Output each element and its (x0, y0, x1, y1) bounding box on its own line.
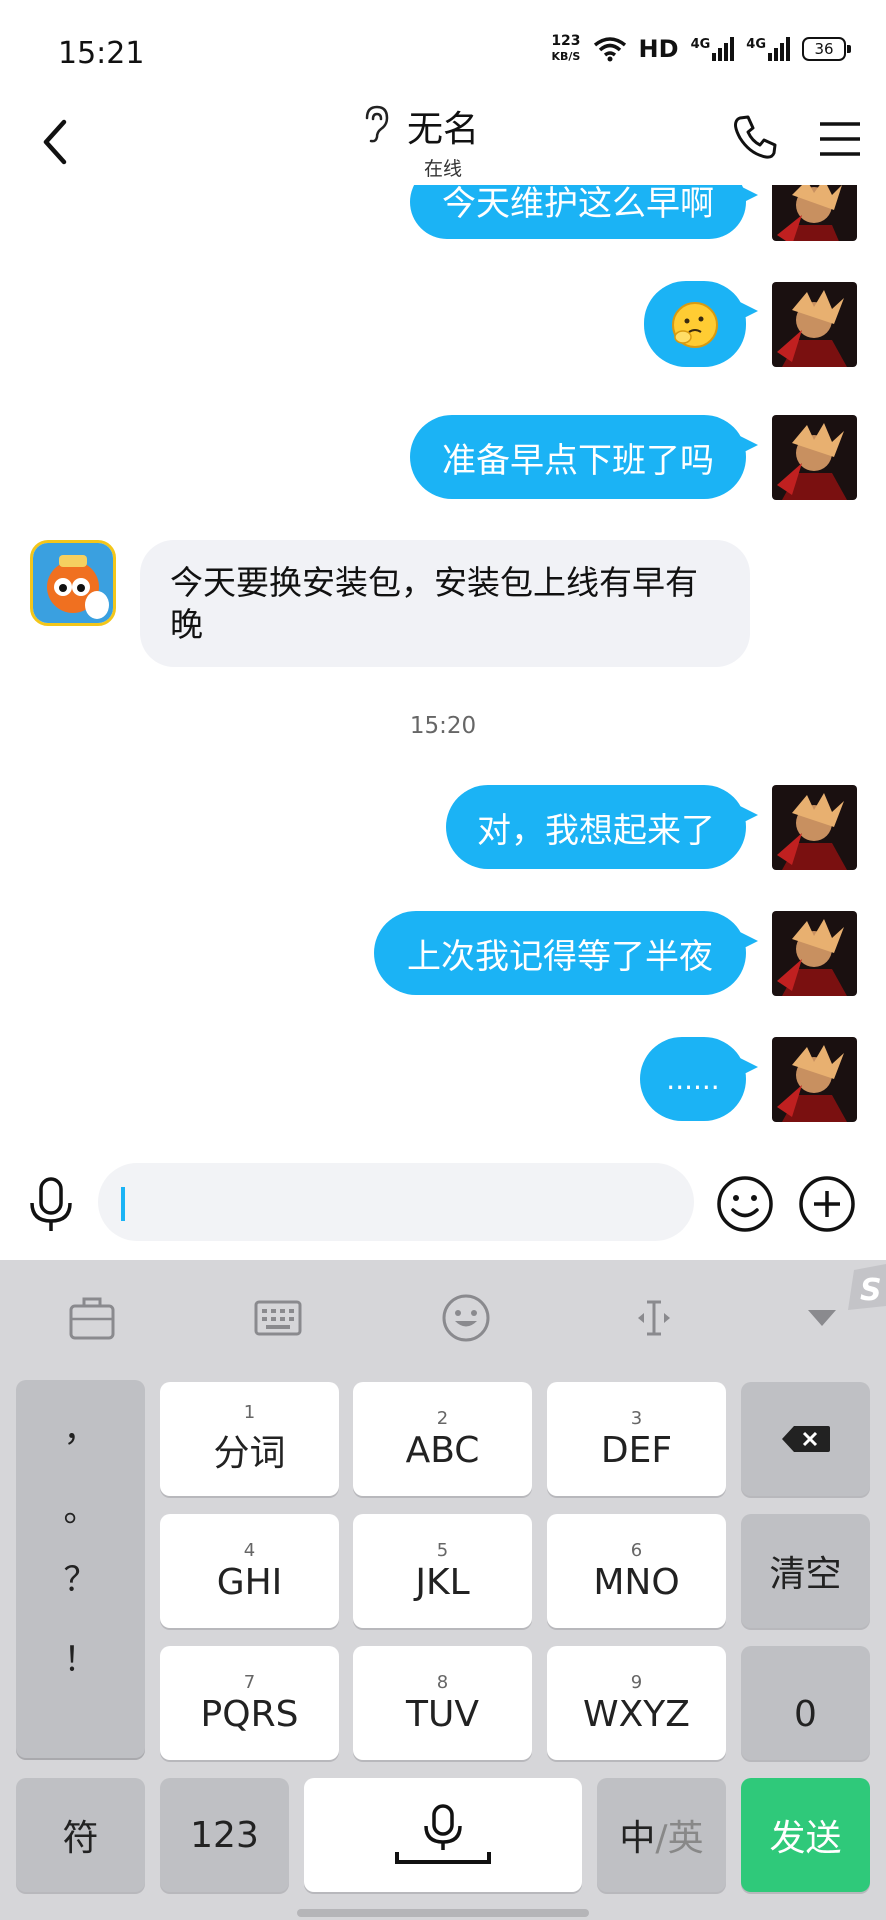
input-bar (0, 1145, 886, 1260)
key-8[interactable]: 8 TUV (353, 1646, 532, 1760)
key-9[interactable]: 9 WXYZ (547, 1646, 726, 1760)
plus-icon[interactable] (798, 1175, 856, 1233)
net-speed: 123 KB/S (551, 34, 580, 64)
message-bubble[interactable]: 今天维护这么早啊 (410, 185, 758, 239)
message-input[interactable] (98, 1163, 694, 1241)
time-divider: 15:20 (409, 713, 477, 739)
punct-key[interactable]: ！ (16, 1632, 145, 1681)
punct-key[interactable]: ？ (16, 1552, 145, 1601)
backspace-icon (781, 1426, 830, 1452)
backspace-key[interactable] (741, 1382, 870, 1496)
language-switch-key[interactable]: 中/英 (597, 1778, 726, 1892)
ear-icon (365, 105, 389, 143)
emoji-panel-icon[interactable] (436, 1290, 496, 1346)
contact-name-text: 无名 (406, 109, 479, 150)
home-indicator[interactable] (297, 1909, 589, 1917)
key-6[interactable]: 6 MNO (547, 1514, 726, 1628)
avatar-image (772, 415, 857, 500)
punct-key[interactable]: 。 (16, 1482, 145, 1531)
punct-key[interactable]: ， (16, 1402, 145, 1451)
microphone-icon[interactable] (26, 1175, 76, 1235)
avatar-me[interactable] (772, 785, 857, 870)
avatar-image (772, 185, 857, 241)
emoji-icon[interactable] (716, 1175, 774, 1233)
message-bubble[interactable]: 对，我想起来了 (446, 785, 758, 869)
signal-1: 4G (691, 37, 735, 61)
symbol-key[interactable]: 符 (16, 1778, 145, 1892)
key-1[interactable]: 1 分词 (160, 1382, 339, 1496)
contact-name[interactable]: 无名 (365, 100, 479, 152)
space-key[interactable] (304, 1778, 582, 1892)
avatar-contact[interactable] (30, 540, 116, 626)
ime-keyboard: S ， 。 ？ ！ 1 分词 2 ABC 3 DEF 4 GHI 5 JKL 6 MNO 清… (0, 1260, 886, 1920)
key-4[interactable]: 4 GHI (160, 1514, 339, 1628)
collapse-keyboard-icon[interactable] (792, 1290, 852, 1346)
avatar-image (772, 282, 857, 367)
status-icons: 123 KB/S HD 4G 4G 36 (551, 34, 851, 64)
cursor-move-icon[interactable] (624, 1290, 684, 1346)
text-caret (121, 1187, 125, 1221)
avatar-me[interactable] (772, 282, 857, 367)
avatar-image (33, 543, 113, 623)
message-bubble[interactable]: 准备早点下班了吗 (410, 415, 758, 499)
key-7[interactable]: 7 PQRS (160, 1646, 339, 1760)
toolbox-icon[interactable] (62, 1290, 122, 1346)
avatar-me[interactable] (772, 1037, 857, 1122)
key-5[interactable]: 5 JKL (353, 1514, 532, 1628)
battery-indicator: 36 (802, 37, 851, 61)
sticker-bubble[interactable] (644, 281, 758, 367)
avatar-image (772, 785, 857, 870)
key-3[interactable]: 3 DEF (547, 1382, 726, 1496)
hd-indicator: HD (638, 35, 679, 63)
send-key[interactable]: 发送 (741, 1778, 870, 1892)
signal-2: 4G (746, 37, 790, 61)
avatar-image (772, 911, 857, 996)
net-speed-unit: KB/S (551, 50, 581, 63)
svg-text:S: S (860, 1273, 882, 1308)
avatar-me[interactable] (772, 911, 857, 996)
chat-header: 无名 在线 (0, 100, 886, 185)
key-2[interactable]: 2 ABC (353, 1382, 532, 1496)
message-bubble[interactable]: 上次我记得等了半夜 (374, 911, 758, 995)
sogou-logo-icon: S (848, 1264, 886, 1310)
avatar-image (772, 1037, 857, 1122)
status-bar: 15:21 123 KB/S HD 4G 4G 36 (0, 0, 886, 100)
wifi-icon (593, 37, 626, 62)
menu-icon[interactable] (812, 114, 868, 164)
numeric-key[interactable]: 123 (160, 1778, 289, 1892)
phone-icon[interactable] (728, 110, 782, 164)
clear-key[interactable]: 清空 (741, 1514, 870, 1628)
message-bubble[interactable]: ...... (640, 1037, 758, 1121)
punctuation-column[interactable]: ， 。 ？ ！ (16, 1380, 145, 1758)
key-0[interactable]: 0 (741, 1646, 870, 1760)
keyboard-layout-icon[interactable] (248, 1290, 308, 1346)
chat-area[interactable]: 今天维护这么早啊 准备早点下班了吗 今天要换安装包，安装包上线有早有晚 15:2… (0, 185, 886, 1145)
voice-input-icon (395, 1804, 491, 1864)
sticker-emoji-icon (672, 302, 718, 348)
avatar-me[interactable] (772, 185, 857, 241)
message-bubble-incoming[interactable]: 今天要换安装包，安装包上线有早有晚 (140, 540, 750, 667)
avatar-me[interactable] (772, 415, 857, 500)
status-time: 15:21 (58, 36, 145, 71)
net-speed-value: 123 (551, 33, 581, 49)
